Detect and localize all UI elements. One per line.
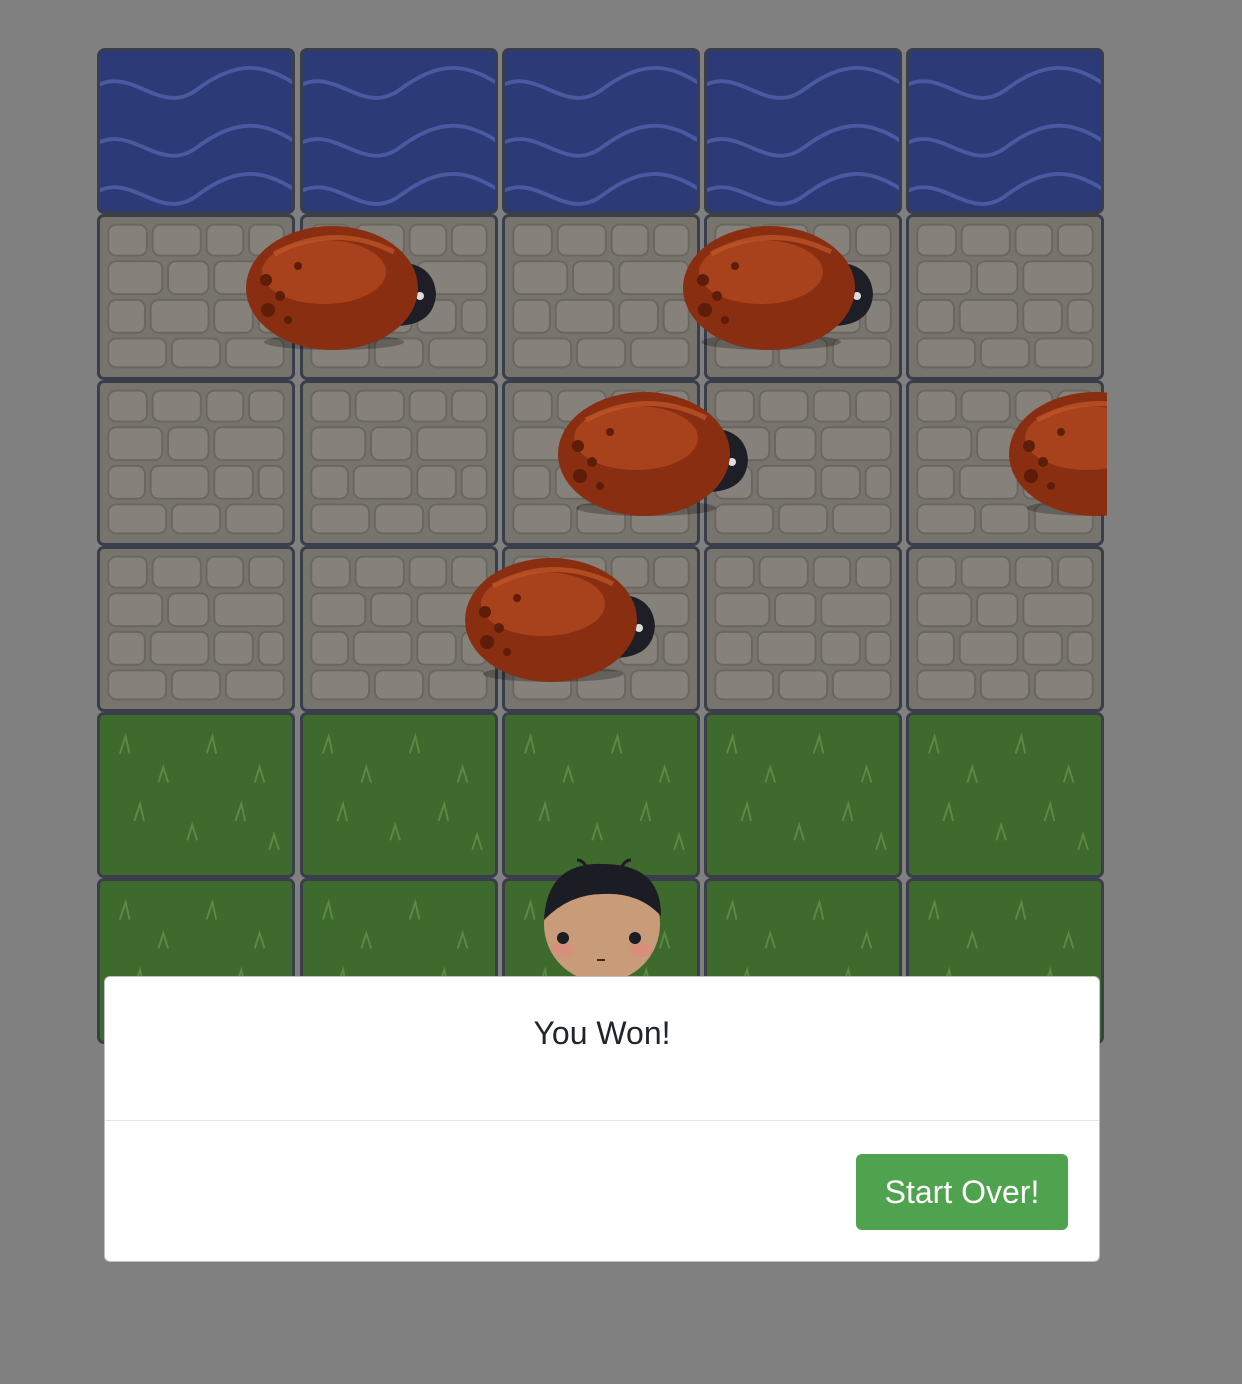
enemy-bug-icon	[556, 388, 756, 528]
water-tile	[300, 48, 498, 214]
water-tile	[906, 48, 1104, 214]
modal-footer: Start Over!	[105, 1121, 1099, 1261]
player-character-icon	[531, 856, 675, 980]
grass-tile	[97, 712, 295, 878]
grass-tile	[300, 712, 498, 878]
grass-tile	[704, 712, 902, 878]
enemy-bug-icon	[681, 222, 881, 362]
game-board	[97, 48, 1107, 1120]
enemy-bug-icon	[463, 554, 663, 694]
modal-body: You Won!	[105, 977, 1099, 1121]
stone-tile	[502, 214, 700, 380]
water-tile	[704, 48, 902, 214]
stone-tile	[97, 546, 295, 712]
stone-tile	[906, 214, 1104, 380]
grass-tile	[906, 712, 1104, 878]
stone-tile	[97, 380, 295, 546]
win-message: You Won!	[533, 1015, 671, 1051]
water-row	[97, 48, 1107, 214]
stone-tile	[300, 380, 498, 546]
grass-row	[97, 712, 1107, 878]
enemy-bug-icon	[1007, 388, 1107, 528]
water-tile	[97, 48, 295, 214]
grass-tile	[502, 712, 700, 878]
win-modal: You Won! Start Over!	[104, 976, 1100, 1262]
start-over-button[interactable]: Start Over!	[856, 1154, 1068, 1230]
stone-tile	[906, 546, 1104, 712]
water-tile	[502, 48, 700, 214]
enemy-bug-icon	[244, 222, 444, 362]
stone-tile	[704, 546, 902, 712]
